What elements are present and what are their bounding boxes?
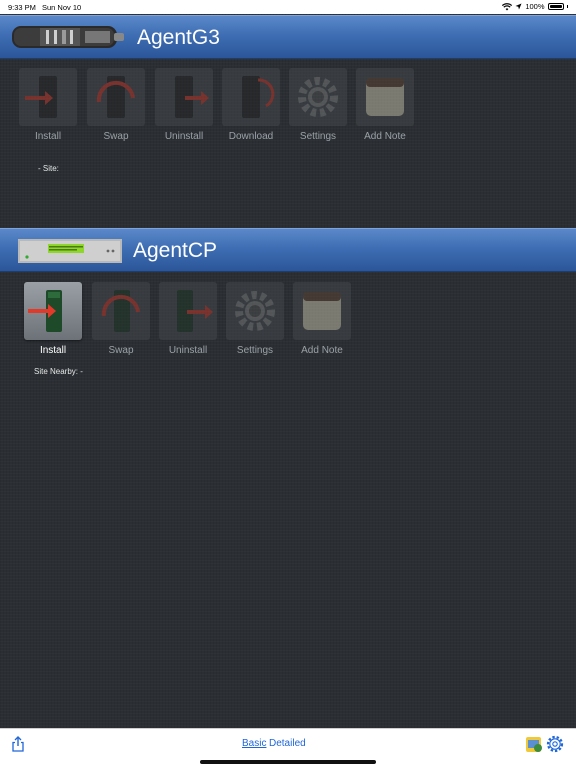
- rack-device-icon: [18, 239, 122, 263]
- g3-add-note-button[interactable]: Add Note: [356, 68, 414, 142]
- gear-icon[interactable]: [545, 734, 565, 754]
- cp-site-nearby-text: Site Nearby: -: [34, 367, 83, 376]
- agent-cp-header[interactable]: AgentCP: [0, 228, 576, 272]
- install-icon: [25, 76, 57, 118]
- basic-tab[interactable]: Basic: [242, 738, 266, 749]
- home-indicator[interactable]: [200, 760, 376, 764]
- g3-install-button[interactable]: Install: [19, 68, 77, 142]
- status-time: 9:33 PM: [8, 3, 36, 12]
- install-icon: [28, 290, 62, 332]
- swap-icon: [101, 290, 140, 332]
- cp-install-button[interactable]: Install: [24, 282, 82, 356]
- g3-swap-button[interactable]: Swap: [87, 68, 145, 142]
- location-icon: [515, 3, 522, 10]
- g3-site-text: - Site:: [38, 164, 59, 173]
- share-icon[interactable]: [11, 736, 25, 752]
- battery-icon: [547, 3, 564, 10]
- wifi-icon: [502, 2, 513, 10]
- cp-install-label: Install: [39, 345, 67, 356]
- gear-icon: [298, 77, 338, 117]
- app-badge-icon[interactable]: [525, 735, 543, 753]
- status-bar: 9:33 PM Sun Nov 10 100%: [0, 0, 576, 14]
- g3-uninstall-button[interactable]: Uninstall: [155, 68, 213, 142]
- note-icon: [303, 292, 341, 330]
- agent-g3-header[interactable]: AgentG3: [0, 15, 576, 59]
- g3-add-note-label: Add Note: [364, 131, 406, 142]
- agent-g3-title: AgentG3: [137, 26, 220, 49]
- cp-add-note-button[interactable]: Add Note: [293, 282, 351, 356]
- swap-icon: [96, 76, 135, 118]
- cp-uninstall-button[interactable]: Uninstall: [159, 282, 217, 356]
- uninstall-icon: [175, 76, 209, 118]
- status-right: 100%: [502, 2, 568, 11]
- download-icon: [242, 76, 275, 118]
- g3-swap-label: Swap: [103, 131, 129, 142]
- status-date: Sun Nov 10: [42, 3, 82, 12]
- g3-download-button[interactable]: Download: [222, 68, 280, 142]
- battery-tip: [566, 5, 568, 8]
- flashlight-device-icon: [12, 26, 124, 48]
- g3-install-label: Install: [34, 131, 62, 142]
- battery-percent: 100%: [525, 2, 545, 11]
- note-icon: [366, 78, 404, 116]
- detailed-tab[interactable]: Detailed: [269, 738, 306, 749]
- g3-settings-button[interactable]: Settings: [289, 68, 347, 142]
- uninstall-icon: [177, 290, 213, 332]
- cp-swap-button[interactable]: Swap: [92, 282, 150, 356]
- agent-cp-title: AgentCP: [133, 239, 218, 262]
- gear-icon: [235, 291, 275, 331]
- cp-settings-button[interactable]: Settings: [226, 282, 284, 356]
- cp-add-note-label: Add Note: [301, 345, 343, 356]
